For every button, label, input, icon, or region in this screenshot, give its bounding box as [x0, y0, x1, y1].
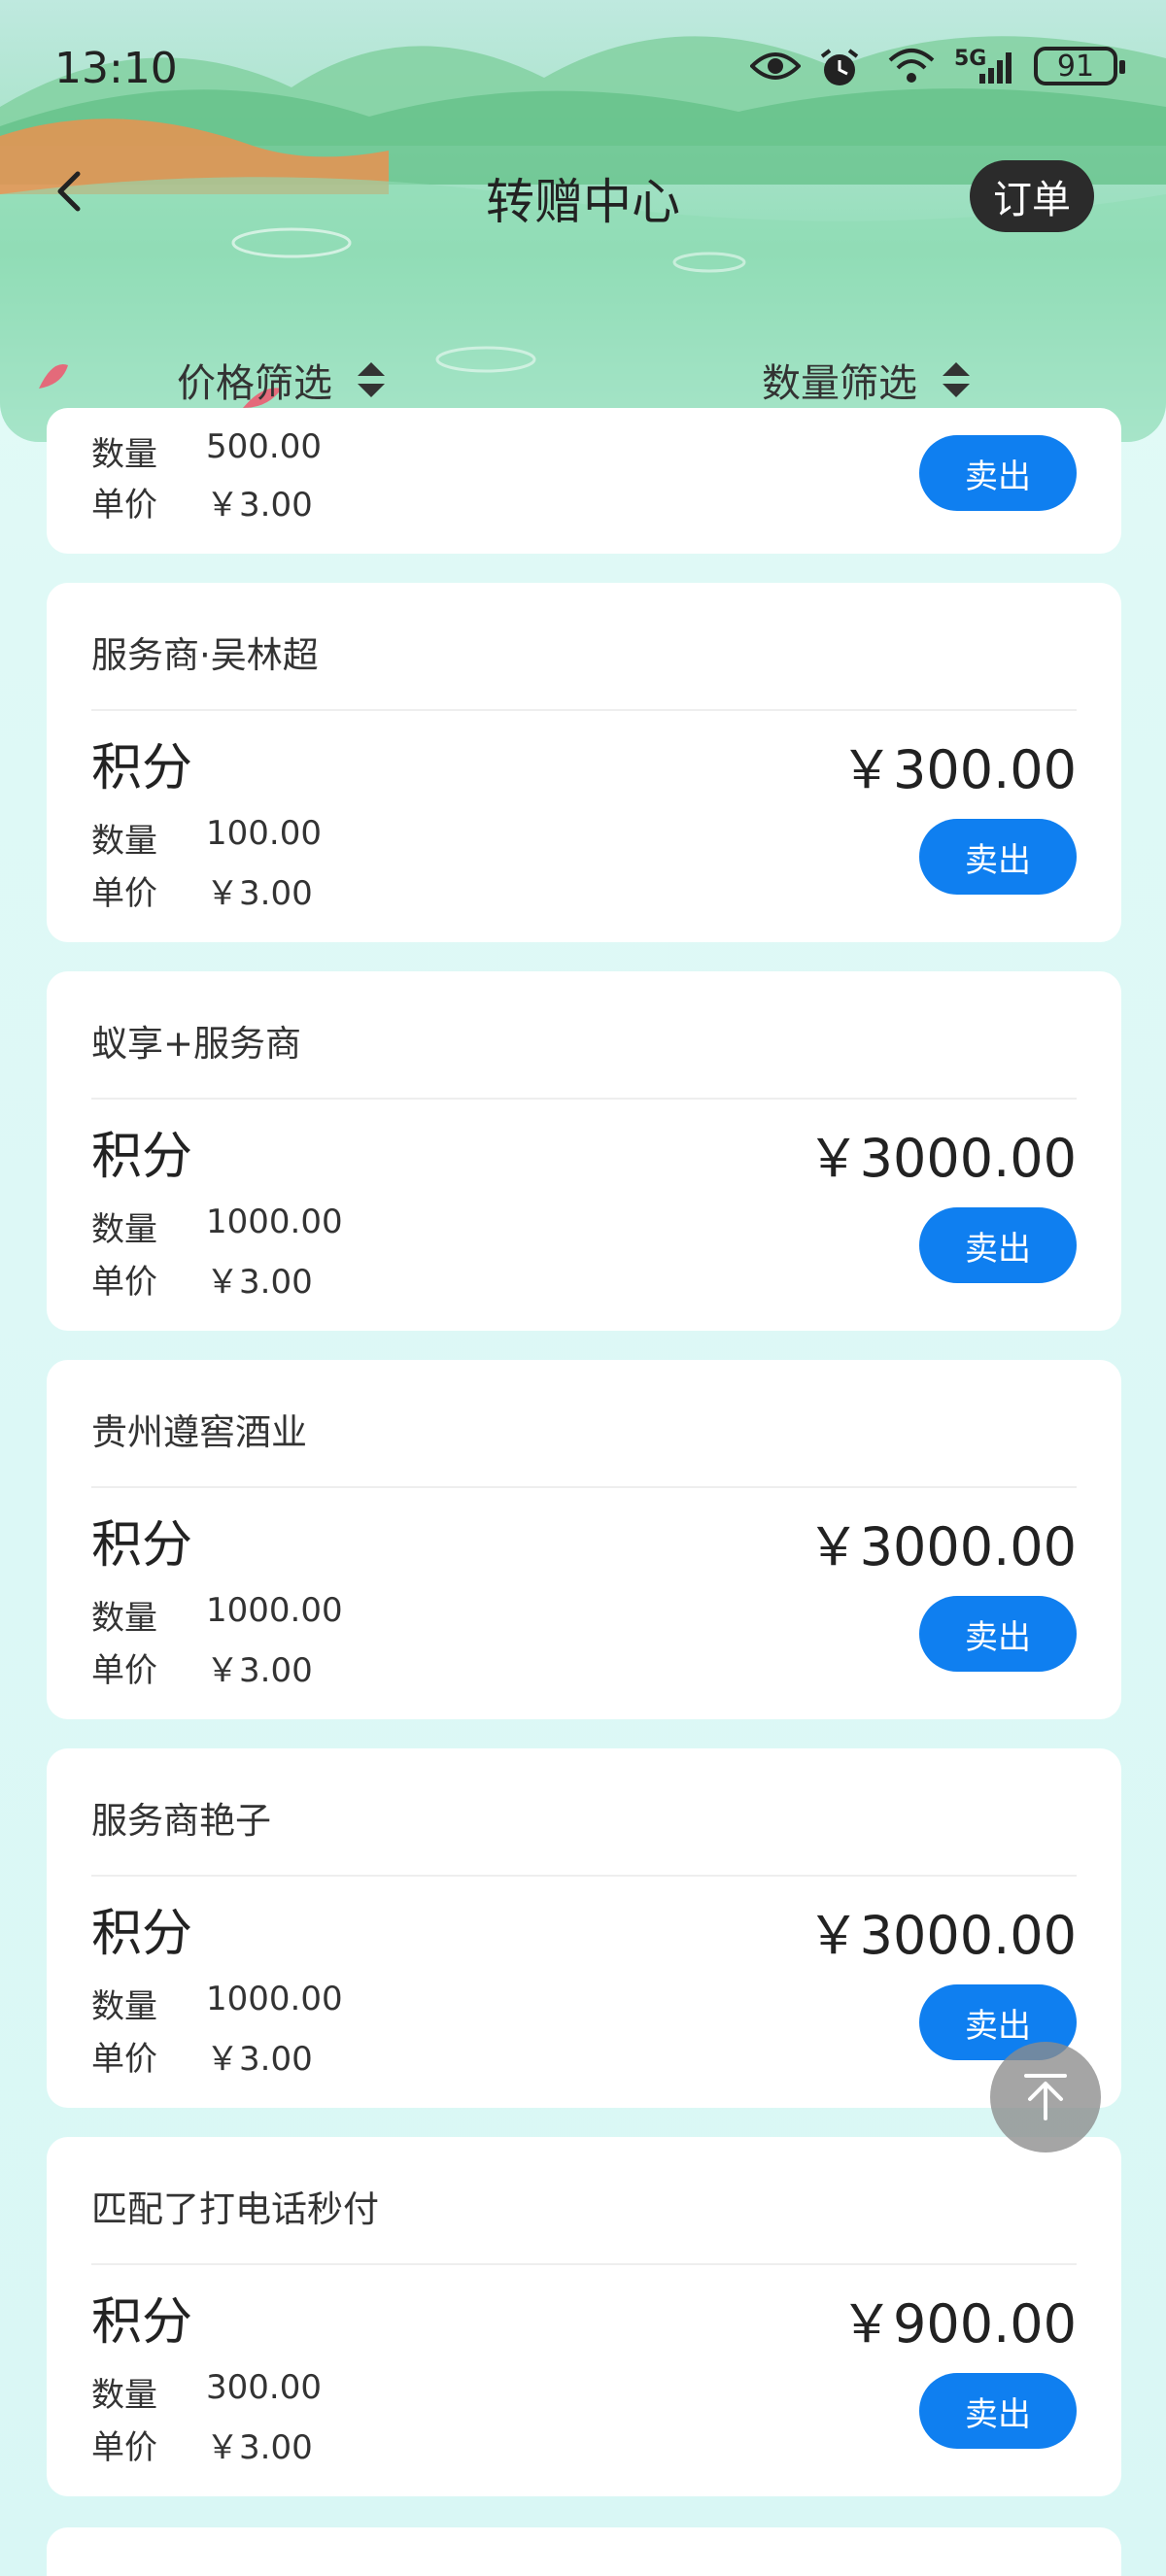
status-icons: 5G 91	[749, 47, 1125, 85]
unit-price-value: ￥3.00	[206, 1651, 313, 1690]
listing-card: 匹配了打电话秒付 积分 ￥900.00 数量 300.00 单价 ￥3.00 卖…	[47, 2137, 1121, 2496]
listing-card: 蚁享+服务商 积分 ￥3000.00 数量 1000.00 单价 ￥3.00 卖…	[47, 971, 1121, 1331]
unit-price-label: 单价	[91, 486, 157, 525]
back-to-top-button[interactable]	[990, 2042, 1101, 2152]
quantity-value: 100.00	[206, 814, 322, 853]
listing-card: 数量 500.00 单价 ￥3.00 卖出	[47, 408, 1121, 554]
price-filter[interactable]: 价格筛选	[177, 352, 389, 408]
alarm-icon	[818, 47, 869, 85]
quantity-label: 数量	[91, 822, 157, 861]
unit-price-value: ￥3.00	[206, 1263, 313, 1302]
quantity-value: 1000.00	[206, 1591, 343, 1630]
price-filter-label: 价格筛选	[177, 361, 332, 406]
quantity-label: 数量	[91, 1210, 157, 1249]
sell-button[interactable]: 卖出	[919, 1207, 1077, 1283]
unit-price-value: ￥3.00	[206, 874, 313, 913]
total-price: ￥3000.00	[806, 1516, 1077, 1577]
item-kind: 积分	[91, 2293, 193, 2352]
divider	[91, 1875, 1077, 1877]
quantity-value: 300.00	[206, 2368, 322, 2407]
listing-card: 服务商·吴林超 积分 ￥300.00 数量 100.00 单价 ￥3.00 卖出	[47, 583, 1121, 942]
unit-price-value: ￥3.00	[206, 2040, 313, 2079]
total-price: ￥3000.00	[806, 1905, 1077, 1966]
sort-icon	[943, 362, 970, 397]
total-price: ￥300.00	[840, 739, 1077, 800]
quantity-label: 数量	[91, 1987, 157, 2026]
eye-icon	[749, 47, 802, 85]
quantity-filter[interactable]: 数量筛选	[762, 352, 974, 408]
listing-card: 服务商艳子 积分 ￥3000.00 数量 1000.00 单价 ￥3.00 卖出	[47, 1748, 1121, 2108]
item-kind: 积分	[91, 1128, 193, 1186]
unit-price-row: 单价 ￥3.00	[91, 2032, 313, 2080]
wifi-icon	[886, 47, 937, 85]
seller-name: 服务商·吴林超	[91, 634, 319, 676]
seller-name: 匹配了打电话秒付	[91, 2188, 379, 2230]
unit-price-row: 单价 ￥3.00	[91, 1255, 313, 1303]
arrow-up-icon	[1024, 2074, 1067, 2120]
unit-price-row: 单价 ￥3.00	[91, 1644, 313, 1691]
quantity-row: 数量 1000.00	[91, 1591, 343, 1639]
unit-price-label: 单价	[91, 2428, 157, 2467]
unit-price-label: 单价	[91, 874, 157, 913]
quantity-label: 数量	[91, 1599, 157, 1638]
total-price: ￥3000.00	[806, 1128, 1077, 1189]
quantity-row: 数量 300.00	[91, 2368, 322, 2416]
unit-price-value: ￥3.00	[206, 2428, 313, 2467]
sell-button[interactable]: 卖出	[919, 1596, 1077, 1672]
quantity-filter-label: 数量筛选	[762, 361, 917, 406]
sell-button[interactable]: 卖出	[919, 2373, 1077, 2449]
seller-name: 蚁享+服务商	[91, 1023, 302, 1065]
quantity-row: 数量 100.00	[91, 814, 322, 862]
item-kind: 积分	[91, 1905, 193, 1963]
quantity-label: 数量	[91, 435, 157, 474]
seller-name: 贵州遵窖酒业	[91, 1411, 307, 1453]
header-banner: 13:10 5G 91 转赠中心 订单 价格筛选 数量筛选	[0, 0, 1166, 442]
item-kind: 积分	[91, 739, 193, 797]
unit-price-row: 单价 ￥3.00	[91, 478, 313, 525]
status-bar: 13:10 5G 91	[0, 0, 1166, 146]
unit-price-label: 单价	[91, 2040, 157, 2079]
listing-card	[47, 2527, 1121, 2576]
divider	[91, 1486, 1077, 1488]
quantity-value: 500.00	[206, 427, 322, 466]
quantity-row: 数量 1000.00	[91, 1980, 343, 2027]
battery-level: 91	[1056, 49, 1095, 84]
unit-price-label: 单价	[91, 1651, 157, 1690]
divider	[91, 709, 1077, 711]
seller-name: 服务商艳子	[91, 1800, 271, 1842]
battery-icon: 91	[1034, 47, 1125, 85]
item-kind: 积分	[91, 1516, 193, 1575]
quantity-value: 1000.00	[206, 1203, 343, 1241]
quantity-row: 数量 500.00	[91, 427, 322, 475]
unit-price-row: 单价 ￥3.00	[91, 866, 313, 914]
quantity-label: 数量	[91, 2376, 157, 2415]
sort-icon	[358, 362, 385, 397]
divider	[91, 1098, 1077, 1100]
sell-button[interactable]: 卖出	[919, 819, 1077, 895]
divider	[91, 2263, 1077, 2265]
unit-price-row: 单价 ￥3.00	[91, 2421, 313, 2468]
quantity-row: 数量 1000.00	[91, 1203, 343, 1250]
signal-icon: 5G	[954, 47, 1016, 85]
quantity-value: 1000.00	[206, 1980, 343, 2018]
order-button[interactable]: 订单	[970, 160, 1094, 232]
sell-button[interactable]: 卖出	[919, 435, 1077, 511]
status-time: 13:10	[54, 44, 178, 93]
unit-price-value: ￥3.00	[206, 486, 313, 525]
listing-card: 贵州遵窖酒业 积分 ￥3000.00 数量 1000.00 单价 ￥3.00 卖…	[47, 1360, 1121, 1719]
unit-price-label: 单价	[91, 1263, 157, 1302]
total-price: ￥900.00	[840, 2293, 1077, 2355]
